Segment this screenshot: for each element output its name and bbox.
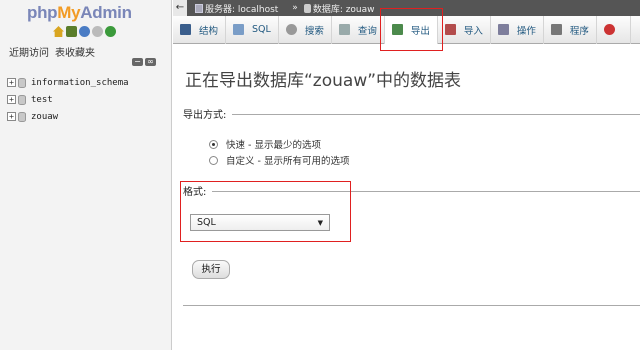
operations-icon (497, 24, 509, 35)
nav-icon-row (53, 26, 116, 37)
expand-icon[interactable]: + (7, 78, 16, 87)
database-icon (303, 3, 311, 13)
back-arrow-icon[interactable]: ← (173, 0, 187, 16)
database-item[interactable]: + zouaw (7, 108, 129, 125)
database-icon (18, 111, 26, 122)
phpmyadmin-logo[interactable]: phpMyAdmin (27, 3, 132, 23)
tab-sql[interactable]: SQL (226, 15, 279, 44)
navigation-panel: phpMyAdmin 近期访问 表收藏夹 − ∞ + information_s… (0, 0, 172, 350)
divider (183, 305, 640, 306)
tab-import[interactable]: 导入 (438, 15, 491, 44)
reload-icon[interactable] (105, 26, 116, 37)
import-icon (444, 24, 456, 35)
database-item[interactable]: + information_schema (7, 74, 129, 91)
link-with-main-icon[interactable]: ∞ (145, 58, 156, 66)
go-button[interactable]: 执行 (192, 260, 230, 279)
home-icon[interactable] (53, 26, 64, 37)
query-icon (338, 24, 350, 35)
recent-tab[interactable]: 近期访问 (9, 44, 49, 59)
database-icon (18, 94, 26, 105)
radio-quick[interactable]: 快速 - 显示最少的选项 (209, 137, 321, 151)
sql-icon (233, 24, 245, 35)
database-item[interactable]: + test (7, 91, 129, 108)
database-name[interactable]: information_schema (31, 78, 129, 88)
database-tree: + information_schema + test + zouaw (7, 74, 129, 125)
database-name[interactable]: test (31, 95, 53, 105)
tab-search[interactable]: 搜索 (279, 15, 332, 44)
expand-icon[interactable]: + (7, 112, 16, 121)
radio-button[interactable] (209, 155, 218, 165)
expand-icon[interactable]: + (7, 95, 16, 104)
radio-custom-label[interactable]: 自定义 - 显示所有可用的选项 (226, 153, 349, 167)
tree-tools: − ∞ (132, 58, 156, 66)
documentation-icon[interactable] (92, 26, 103, 37)
export-method-legend: 导出方式: (183, 106, 233, 121)
page-title: 正在导出数据库“zouaw”中的数据表 (185, 71, 462, 91)
tab-query[interactable]: 查询 (332, 15, 385, 44)
radio-quick-label[interactable]: 快速 - 显示最少的选项 (226, 137, 321, 151)
format-highlight (180, 181, 351, 242)
collapse-all-icon[interactable]: − (132, 58, 143, 66)
search-icon (285, 24, 297, 35)
export-method-fieldset: 导出方式: (183, 106, 640, 121)
breadcrumb-server[interactable]: 服务器: localhost (205, 2, 278, 15)
breadcrumb-separator: » (292, 3, 298, 13)
database-icon (18, 77, 26, 88)
breadcrumb-database[interactable]: 数据库: zouaw (313, 2, 375, 15)
routines-icon (550, 24, 562, 35)
structure-icon (180, 24, 191, 35)
events-icon (603, 24, 615, 35)
favorites-tab[interactable]: 表收藏夹 (55, 44, 95, 59)
radio-custom[interactable]: 自定义 - 显示所有可用的选项 (209, 153, 349, 167)
phpmyadmin-window: phpMyAdmin 近期访问 表收藏夹 − ∞ + information_s… (0, 0, 640, 350)
tab-structure[interactable]: 结构 (173, 15, 227, 44)
sidebar-tabs: 近期访问 表收藏夹 (9, 44, 95, 59)
tab-operations[interactable]: 操作 (491, 15, 544, 44)
tab-events[interactable] (597, 15, 631, 44)
export-tab-highlight (380, 8, 443, 51)
database-name[interactable]: zouaw (31, 112, 58, 122)
help-icon[interactable] (79, 26, 90, 37)
server-icon (195, 3, 203, 13)
tab-routines[interactable]: 程序 (544, 15, 597, 44)
logout-icon[interactable] (66, 26, 77, 37)
radio-button[interactable] (209, 139, 218, 149)
